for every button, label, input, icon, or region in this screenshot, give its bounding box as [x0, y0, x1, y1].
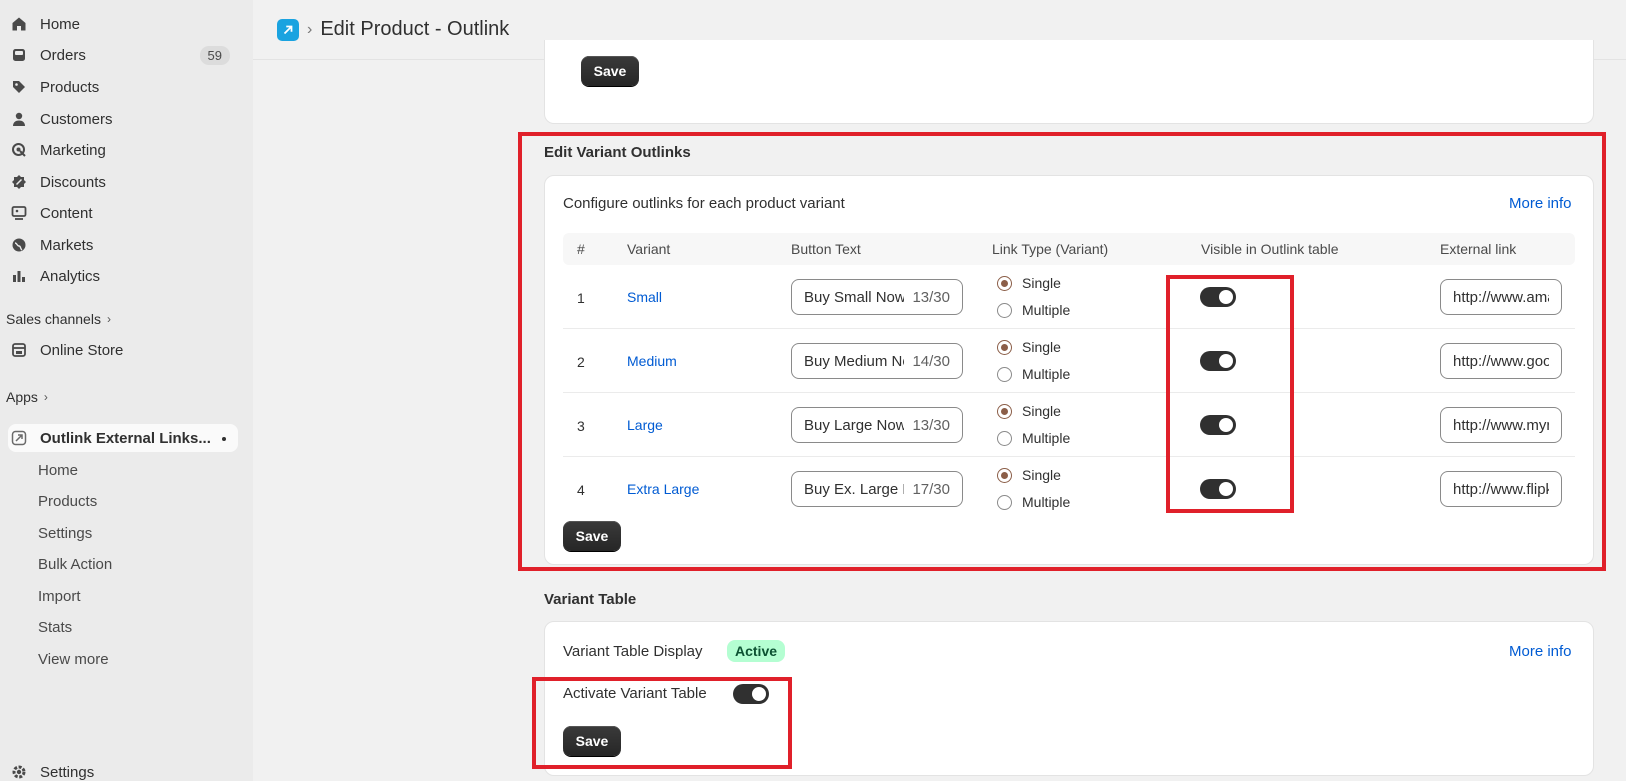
sidebar-item-label: Home [40, 15, 81, 33]
sidebar-item-label: Analytics [40, 267, 101, 285]
sidebar: Home Orders 59 Products Customers Market… [0, 0, 253, 781]
sidebar-item-analytics[interactable]: Analytics [8, 262, 238, 290]
sidebar-item-label: Outlink External Links... [40, 429, 211, 447]
sidebar-item-marketing[interactable]: Marketing [8, 136, 238, 164]
sidebar-item-label: Online Store [40, 341, 124, 359]
app-subitem-stats[interactable]: Stats [38, 615, 72, 639]
sidebar-item-online-store[interactable]: Online Store [8, 336, 238, 364]
home-icon [10, 15, 28, 33]
app-icon [10, 429, 28, 447]
sidebar-item-customers[interactable]: Customers [8, 105, 238, 133]
status-badge: Active [727, 640, 786, 662]
orders-icon [10, 46, 28, 64]
annotation-box-variant-outlinks [518, 132, 1606, 571]
sidebar-item-label: Marketing [40, 141, 106, 159]
app-logo-icon[interactable] [277, 18, 299, 41]
sidebar-item-label: Products [40, 78, 100, 96]
sidebar-item-markets[interactable]: Markets [8, 231, 238, 259]
chevron-right-icon: › [106, 312, 111, 326]
content-icon [10, 204, 28, 222]
app-subitem-bulk-action[interactable]: Bulk Action [38, 552, 112, 576]
sidebar-item-outlink-app[interactable]: Outlink External Links... [8, 424, 238, 452]
globe-icon [10, 236, 28, 254]
sidebar-item-settings[interactable]: Settings [8, 758, 238, 781]
more-info-link[interactable]: More info [1509, 643, 1572, 660]
store-icon [10, 341, 28, 359]
orders-count-badge: 59 [199, 46, 230, 65]
sidebar-item-orders[interactable]: Orders 59 [8, 41, 238, 69]
pin-dot-icon [222, 437, 226, 441]
annotation-box-activate-variant-table [532, 677, 792, 769]
breadcrumb-chevron-icon: › [307, 20, 313, 38]
sidebar-item-home[interactable]: Home [8, 10, 238, 38]
bar-chart-icon [10, 267, 28, 285]
tag-icon [10, 78, 28, 96]
person-icon [10, 110, 28, 128]
sidebar-item-label: Markets [40, 236, 94, 254]
apps-heading[interactable]: Apps › [6, 389, 48, 405]
annotation-box-visible-toggles [1166, 275, 1294, 513]
sidebar-item-label: Customers [40, 110, 113, 128]
variant-table-display-label: Variant Table Display [563, 643, 703, 660]
sidebar-item-products[interactable]: Products [8, 73, 238, 101]
sidebar-item-label: Orders [40, 46, 86, 64]
app-subitem-products[interactable]: Products [38, 489, 97, 513]
chevron-right-icon: › [43, 390, 48, 404]
app-subitem-home[interactable]: Home [38, 458, 78, 482]
app-subitem-view-more[interactable]: View more [38, 647, 109, 671]
previous-settings-card [544, 40, 1594, 124]
target-icon [10, 141, 28, 159]
variant-table-title: Variant Table [544, 591, 637, 608]
page-title: Edit Product - Outlink [320, 18, 510, 40]
sidebar-item-label: Settings [40, 763, 95, 781]
sidebar-item-label: Content [40, 204, 93, 222]
app-subitem-settings[interactable]: Settings [38, 521, 92, 545]
sales-channels-heading[interactable]: Sales channels › [6, 311, 111, 327]
app-subitem-import[interactable]: Import [38, 584, 81, 608]
sidebar-item-label: Discounts [40, 173, 106, 191]
sidebar-item-content[interactable]: Content [8, 199, 238, 227]
sidebar-item-discounts[interactable]: Discounts [8, 168, 238, 196]
save-button[interactable]: Save [581, 56, 639, 86]
discount-icon [10, 173, 28, 191]
gear-icon [10, 763, 28, 781]
